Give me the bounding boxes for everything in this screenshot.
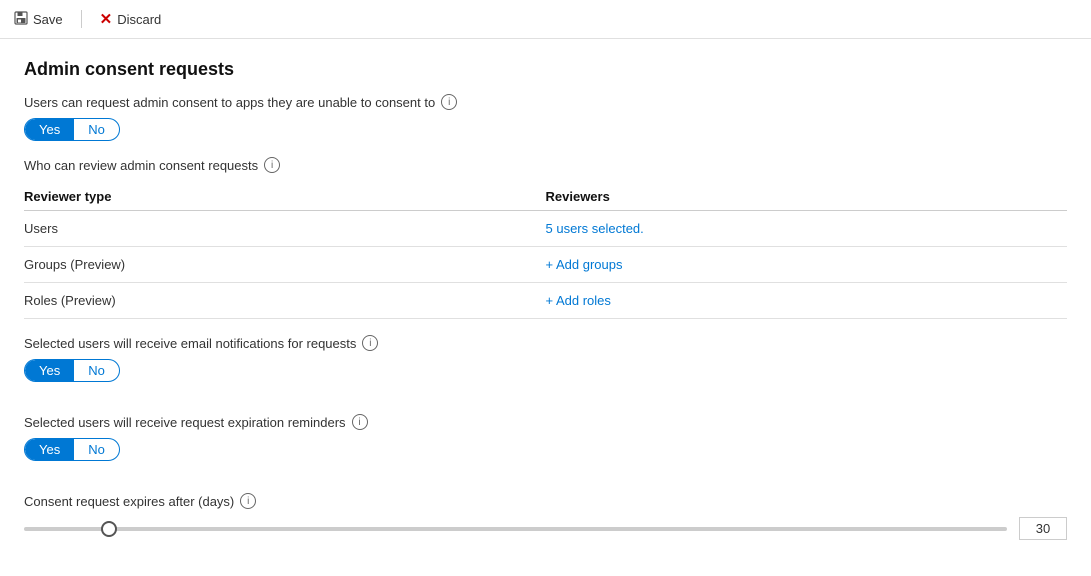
email-notif-label-text: Selected users will receive email notifi… [24,336,356,351]
user-consent-section-label: Users can request admin consent to apps … [24,94,1067,110]
save-icon [14,11,28,28]
who-review-label: Who can review admin consent requests i [24,157,1067,173]
table-row: Groups (Preview) + Add groups [24,247,1067,283]
user-consent-no[interactable]: No [74,119,119,140]
who-review-label-text: Who can review admin consent requests [24,158,258,173]
days-value-box: 30 [1019,517,1067,540]
expiration-toggle[interactable]: Yes No [24,438,120,461]
reviewers-col-header: Reviewers [546,183,1068,211]
add-groups-button[interactable]: + Add groups [546,257,623,272]
expiration-yes[interactable]: Yes [25,439,74,460]
expiration-info-icon[interactable]: i [352,414,368,430]
row-roles-reviewers: + Add roles [546,283,1068,319]
reviewer-table: Reviewer type Reviewers Users 5 users se… [24,183,1067,319]
row-users-reviewers: 5 users selected. [546,211,1068,247]
consent-days-info-icon[interactable]: i [240,493,256,509]
consent-days-label-text: Consent request expires after (days) [24,494,234,509]
consent-days-slider[interactable] [24,527,1007,531]
users-selected-link[interactable]: 5 users selected. [546,221,644,236]
who-review-info-icon[interactable]: i [264,157,280,173]
save-button[interactable]: Save [12,7,65,32]
user-consent-toggle[interactable]: Yes No [24,118,120,141]
row-groups-type: Groups (Preview) [24,247,546,283]
expiration-no[interactable]: No [74,439,119,460]
consent-days-section: Consent request expires after (days) i 3… [24,493,1067,540]
slider-wrapper [24,519,1007,539]
discard-label: Discard [117,12,161,27]
user-consent-label-text: Users can request admin consent to apps … [24,95,435,110]
consent-days-label: Consent request expires after (days) i [24,493,1067,509]
email-yes[interactable]: Yes [25,360,74,381]
email-no[interactable]: No [74,360,119,381]
main-content: Admin consent requests Users can request… [0,39,1091,576]
row-roles-type: Roles (Preview) [24,283,546,319]
add-roles-button[interactable]: + Add roles [546,293,611,308]
slider-row: 30 [24,517,1067,540]
row-groups-reviewers: + Add groups [546,247,1068,283]
user-consent-yes[interactable]: Yes [25,119,74,140]
email-notif-info-icon[interactable]: i [362,335,378,351]
email-notif-label: Selected users will receive email notifi… [24,335,1067,351]
expiration-label-text: Selected users will receive request expi… [24,415,346,430]
page-title: Admin consent requests [24,59,1067,80]
expiration-label: Selected users will receive request expi… [24,414,1067,430]
table-row: Users 5 users selected. [24,211,1067,247]
email-toggle[interactable]: Yes No [24,359,120,382]
toolbar: Save ✕ Discard [0,0,1091,39]
row-users-type: Users [24,211,546,247]
user-consent-info-icon[interactable]: i [441,94,457,110]
discard-icon: ✕ [100,10,113,28]
expiration-section: Selected users will receive request expi… [24,414,1067,477]
toolbar-divider [81,10,82,28]
reviewer-type-col-header: Reviewer type [24,183,546,211]
discard-button[interactable]: ✕ Discard [98,6,164,32]
save-label: Save [33,12,63,27]
email-section: Selected users will receive email notifi… [24,335,1067,398]
table-row: Roles (Preview) + Add roles [24,283,1067,319]
